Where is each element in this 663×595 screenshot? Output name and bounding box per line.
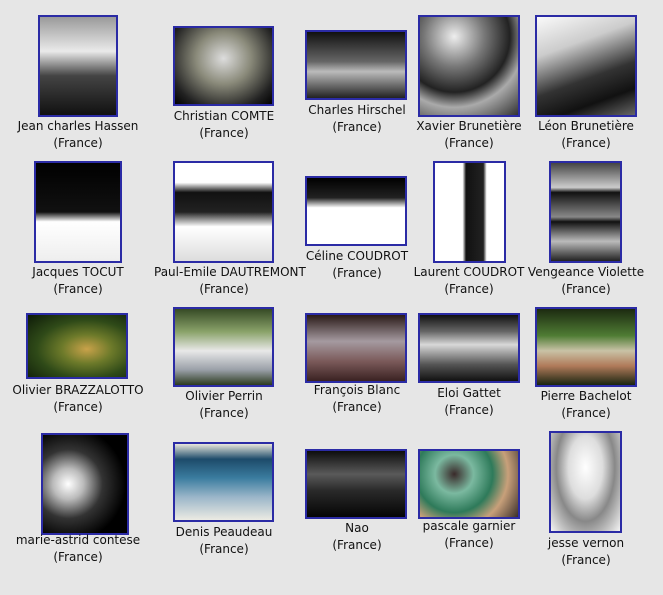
photographer-caption: Christian COMTE (France) [154, 108, 294, 142]
photo-thumbnail[interactable] [418, 313, 520, 383]
photographer-country: (France) [199, 126, 249, 140]
photographer-name[interactable]: marie-astrid contese [8, 532, 148, 549]
photographer-country: (France) [53, 136, 103, 150]
photographer-caption: Jean charles Hassen (France) [8, 118, 148, 152]
photo-thumbnail[interactable] [305, 449, 407, 519]
photographer-caption: Vengeance Violette (France) [516, 264, 656, 298]
photographer-country: (France) [561, 282, 611, 296]
photo-thumbnail[interactable] [173, 26, 274, 106]
photographer-caption: marie-astrid contese (France) [8, 532, 148, 566]
photographer-name[interactable]: Jean charles Hassen [8, 118, 148, 135]
photographer-caption: Olivier BRAZZALOTTO (France) [8, 382, 148, 416]
photographer-name[interactable]: jesse vernon [516, 535, 656, 552]
photographer-caption: Pierre Bachelot (France) [516, 388, 656, 422]
photographer-country: (France) [199, 542, 249, 556]
photographer-caption: jesse vernon (France) [516, 535, 656, 569]
photo-thumbnail[interactable] [305, 313, 407, 383]
photographer-name[interactable]: Pierre Bachelot [516, 388, 656, 405]
photographer-name[interactable]: Léon Brunetière [516, 118, 656, 135]
photographer-caption: Olivier Perrin (France) [154, 388, 294, 422]
photographer-country: (France) [199, 406, 249, 420]
photographer-name[interactable]: pascale garnier [399, 518, 539, 535]
photo-thumbnail[interactable] [26, 313, 128, 379]
photo-thumbnail[interactable] [535, 15, 637, 117]
photo-thumbnail[interactable] [418, 449, 520, 519]
photographer-name[interactable]: Vengeance Violette [516, 264, 656, 281]
photographer-name[interactable]: Paul-Emile DAUTREMONT [154, 264, 306, 281]
photo-thumbnail[interactable] [418, 15, 520, 117]
photographer-caption: Denis Peaudeau (France) [154, 524, 294, 558]
photographer-caption: Paul-Emile DAUTREMONT (France) [154, 264, 306, 298]
photographer-name[interactable]: Céline COUDROT [287, 248, 427, 265]
photographer-name[interactable]: Christian COMTE [154, 108, 294, 125]
photographer-name[interactable]: Jacques TOCUT [8, 264, 148, 281]
photo-thumbnail[interactable] [173, 161, 274, 263]
photo-thumbnail[interactable] [41, 433, 129, 535]
photo-thumbnail[interactable] [34, 161, 122, 263]
photographer-caption: Jacques TOCUT (France) [8, 264, 148, 298]
photographer-country: (France) [561, 406, 611, 420]
photo-thumbnail[interactable] [38, 15, 118, 117]
photographer-country: (France) [199, 282, 249, 296]
photographer-name[interactable]: Olivier Perrin [154, 388, 294, 405]
photo-thumbnail[interactable] [305, 176, 407, 246]
photographer-name[interactable]: Charles Hirschel [287, 102, 427, 119]
photographer-country: (France) [53, 400, 103, 414]
photo-thumbnail[interactable] [173, 307, 274, 387]
photo-thumbnail[interactable] [549, 431, 622, 533]
photographer-country: (France) [53, 550, 103, 564]
photographer-name[interactable]: Denis Peaudeau [154, 524, 294, 541]
photographer-country: (France) [561, 136, 611, 150]
photo-thumbnail[interactable] [433, 161, 506, 263]
photo-thumbnail[interactable] [173, 442, 274, 522]
photographer-country: (France) [561, 553, 611, 567]
photographer-name[interactable]: Olivier BRAZZALOTTO [8, 382, 148, 399]
photographer-country: (France) [53, 282, 103, 296]
photo-thumbnail[interactable] [549, 161, 622, 263]
photo-thumbnail[interactable] [535, 307, 637, 387]
photo-thumbnail[interactable] [305, 30, 407, 100]
photographer-caption: Léon Brunetière (France) [516, 118, 656, 152]
